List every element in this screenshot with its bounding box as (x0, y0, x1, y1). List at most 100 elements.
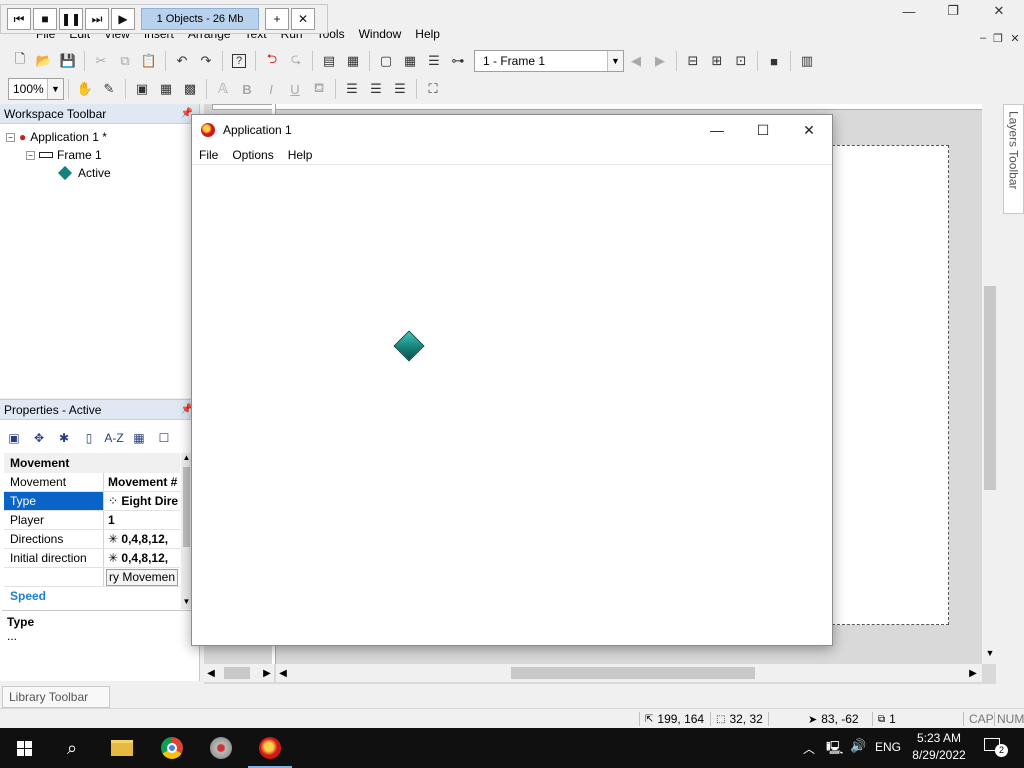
underline-button[interactable]: U (284, 78, 306, 100)
new-button[interactable]: 🗋 (9, 50, 31, 72)
app-menu-help[interactable]: Help (281, 148, 320, 162)
minimize-button[interactable]: — (886, 0, 932, 22)
fill-color-button[interactable]: ⛾ (308, 78, 330, 100)
left-horizontal-scrollbar[interactable]: ◀ ▶ (204, 664, 274, 682)
scrollbar-thumb[interactable] (984, 286, 996, 490)
app-maximize-button[interactable]: ☐ (740, 115, 786, 145)
event-editor-button[interactable]: ▦ (399, 50, 421, 72)
notifications-button[interactable]: 2 (984, 738, 1008, 758)
open-button[interactable]: 📂 (33, 50, 55, 72)
movement-tab-icon[interactable]: ✱ (54, 429, 74, 447)
clock[interactable]: 5:23 AM 8/29/2022 (911, 730, 967, 764)
prop-row[interactable]: Directions ✳ 0,4,8,12, (4, 530, 180, 549)
runtime-options-tab-icon[interactable]: ▯ (79, 429, 99, 447)
copy-button[interactable]: ⧉ (114, 50, 136, 72)
data-elements-button[interactable]: ⊶ (447, 50, 469, 72)
app-titlebar[interactable]: Application 1 — ☐ ✕ (192, 115, 832, 145)
menu-window[interactable]: Window (352, 24, 409, 44)
layers-toolbar-tab[interactable]: Layers Toolbar (1003, 104, 1024, 214)
grid-button[interactable]: ▦ (155, 78, 177, 100)
forward-button[interactable]: ⮎ (285, 50, 307, 72)
scroll-right-icon[interactable]: ▶ (260, 668, 274, 679)
paste-button[interactable]: 📋 (138, 50, 160, 72)
save-button[interactable]: 💾 (57, 50, 79, 72)
scroll-left-icon[interactable]: ◀ (276, 668, 290, 679)
prop-value[interactable]: ⁘ Eight Dire (103, 492, 180, 510)
align-right-button[interactable]: ☰ (389, 78, 411, 100)
network-icon[interactable]: 🖳 (826, 739, 843, 761)
file-explorer-button[interactable] (108, 734, 136, 762)
next-frame-button[interactable]: ▶ (649, 50, 671, 72)
editor-vertical-scrollbar[interactable]: ▼ (982, 104, 998, 664)
values-tab-icon[interactable]: A-Z (104, 429, 124, 447)
frame-canvas[interactable] (832, 145, 949, 625)
undo-button[interactable]: ↶ (171, 50, 193, 72)
font-button[interactable]: 𝔸 (212, 78, 234, 100)
align-center-button[interactable]: ☰ (365, 78, 387, 100)
mdi-restore-button[interactable]: ❐ (989, 30, 1007, 46)
bold-button[interactable]: B (236, 78, 258, 100)
close-button[interactable]: ✕ (976, 0, 1022, 22)
group-speed-row[interactable]: Speed (4, 587, 180, 606)
events-tab-icon[interactable]: ▦ (129, 429, 149, 447)
size-position-tab-icon[interactable]: ✥ (29, 429, 49, 447)
chrome-button[interactable] (158, 734, 186, 762)
snap-button[interactable]: ▣ (131, 78, 153, 100)
about-tab-icon[interactable]: ☐ (154, 429, 174, 447)
prop-row[interactable]: Initial direction ✳ 0,4,8,12, (4, 549, 180, 568)
prop-row[interactable]: ry Movemen (4, 568, 180, 587)
zoom-select[interactable]: 100% ▼ (8, 78, 64, 100)
menu-help[interactable]: Help (408, 24, 447, 44)
scrollbar-thumb[interactable] (224, 667, 250, 679)
scrollbar-thumb[interactable] (183, 467, 190, 547)
show-grid-button[interactable]: ▩ (179, 78, 201, 100)
align-button-2[interactable]: ⊞ (706, 50, 728, 72)
maximize-button[interactable]: ❐ (930, 0, 976, 22)
previous-frame-button[interactable]: ◀ (625, 50, 647, 72)
scroll-down-icon[interactable]: ▼ (982, 648, 998, 664)
rewind-button[interactable]: ⏮ (7, 8, 31, 30)
collapse-icon[interactable]: − (6, 132, 15, 142)
app-menu-options[interactable]: Options (225, 148, 280, 162)
close-playback-button[interactable]: ✕ (291, 8, 315, 30)
align-left-button[interactable]: ☰ (341, 78, 363, 100)
library-toolbar-tab[interactable]: Library Toolbar (2, 686, 110, 708)
settings-tab-icon[interactable]: ▣ (4, 429, 24, 447)
italic-button[interactable]: I (260, 78, 282, 100)
start-button[interactable] (10, 734, 38, 762)
mdi-close-button[interactable]: ✕ (1006, 30, 1024, 46)
frame-view-button[interactable]: ▢ (375, 50, 397, 72)
help-button[interactable]: ? (228, 50, 250, 72)
align-button-3[interactable]: ⊡ (730, 50, 752, 72)
search-button[interactable]: ⌕ (58, 734, 86, 762)
app-close-button[interactable]: ✕ (786, 115, 832, 145)
select-region-button[interactable]: ⛶ (422, 78, 444, 100)
add-button[interactable]: + (265, 8, 289, 30)
storyboard-editor-button[interactable]: ▤ (318, 50, 340, 72)
language-indicator[interactable]: ENG (875, 740, 901, 754)
color-button[interactable]: ■ (763, 50, 785, 72)
cut-button[interactable]: ✂ (90, 50, 112, 72)
prop-row-selected[interactable]: Type ⁘ Eight Dire (4, 492, 180, 511)
event-list-button[interactable]: ☰ (423, 50, 445, 72)
back-button[interactable]: ⮌ (261, 50, 283, 72)
clickteam-task-button[interactable] (256, 734, 284, 762)
hand-tool-button[interactable]: ✋ (74, 78, 96, 100)
scrollbar-thumb[interactable] (511, 667, 755, 679)
app-minimize-button[interactable]: — (694, 115, 740, 145)
editor-horizontal-scrollbar[interactable]: ◀ ▶ (276, 664, 982, 682)
app-menu-file[interactable]: File (192, 148, 225, 162)
redo-button[interactable]: ↷ (195, 50, 217, 72)
prop-row[interactable]: Movement Movement # (4, 473, 180, 492)
try-movement-button[interactable]: ry Movemen (103, 568, 180, 586)
collapse-icon[interactable]: − (26, 150, 35, 160)
storyboard-tab[interactable] (212, 104, 276, 110)
volume-icon[interactable]: 🔊 (850, 738, 866, 754)
frame-select[interactable]: 1 - Frame 1 ▼ (474, 50, 624, 72)
active-object-diamond[interactable] (393, 330, 425, 362)
tray-overflow-icon[interactable]: ︿ (803, 740, 815, 757)
grid-settings-button[interactable]: ▥ (796, 50, 818, 72)
pencil-tool-button[interactable]: ✎ (98, 78, 120, 100)
tree-item-application[interactable]: − ● Application 1 * (6, 128, 107, 146)
step-button[interactable]: ⏭ (85, 8, 109, 30)
